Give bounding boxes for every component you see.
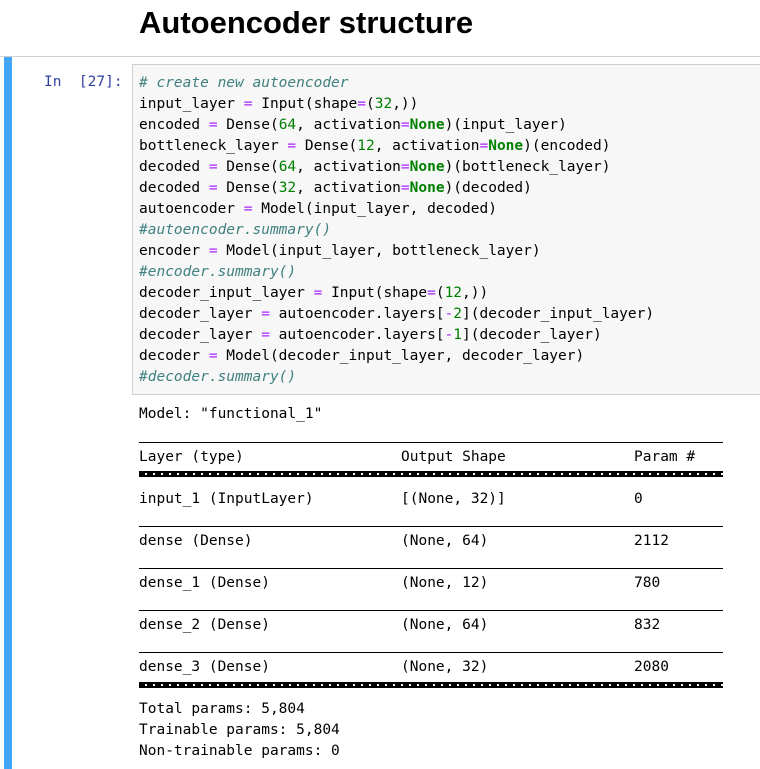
notebook-heading: Autoencoder structure: [139, 5, 474, 40]
output-shape: (None, 32): [401, 659, 489, 675]
trainable-params: Trainable params: 5,804: [139, 722, 340, 738]
output-shape: (None, 64): [401, 533, 489, 549]
table-rule: [139, 526, 723, 527]
code-line[interactable]: decoded = Dense(64, activation=None)(bot…: [139, 157, 654, 178]
code-line[interactable]: #autoencoder.summary(): [139, 220, 654, 241]
table-rule: [139, 442, 723, 443]
code-line[interactable]: encoded = Dense(64, activation=None)(inp…: [139, 115, 654, 136]
input-prompt: In [27]:: [44, 74, 123, 90]
code-line[interactable]: decoder = Model(decoder_input_layer, dec…: [139, 346, 654, 367]
total-params: Total params: 5,804: [139, 701, 305, 717]
table-row: dense_3 (Dense) (None, 32) 2080: [139, 657, 723, 678]
table-double-rule: [139, 471, 723, 477]
param-count: 780: [634, 575, 661, 591]
code-line[interactable]: decoder_input_layer = Input(shape=(12,)): [139, 283, 654, 304]
table-row: dense (Dense) (None, 64) 2112: [139, 531, 723, 552]
code-line[interactable]: decoder_layer = autoencoder.layers[-1](d…: [139, 325, 654, 346]
table-double-rule: [139, 682, 723, 688]
model-summary-title: Model: "functional_1": [139, 404, 322, 425]
code-line[interactable]: decoder_layer = autoencoder.layers[-2](d…: [139, 304, 654, 325]
table-row: dense_1 (Dense) (None, 12) 780: [139, 573, 723, 594]
code-text[interactable]: # create new autoencoder input_layer = In…: [139, 73, 654, 388]
table-rule: [139, 652, 723, 653]
header-output-shape: Output Shape: [401, 449, 506, 465]
param-count: 2112: [634, 533, 669, 549]
output-shape: [(None, 32)]: [401, 491, 506, 507]
code-line[interactable]: # create new autoencoder: [139, 73, 654, 94]
layer-name: dense_1 (Dense): [139, 575, 270, 591]
param-totals: Total params: 5,804 Trainable params: 5,…: [139, 699, 340, 762]
code-editor[interactable]: # create new autoencoder input_layer = In…: [132, 64, 760, 395]
table-row: input_1 (InputLayer) [(None, 32)] 0: [139, 489, 723, 510]
code-line[interactable]: decoded = Dense(32, activation=None)(dec…: [139, 178, 654, 199]
output-shape: (None, 64): [401, 617, 489, 633]
code-line[interactable]: #encoder.summary(): [139, 262, 654, 283]
selected-cell-indicator[interactable]: [4, 57, 12, 769]
model-name-line: Model: "functional_1": [139, 406, 323, 422]
header-param-count: Param #: [634, 449, 696, 465]
code-line[interactable]: bottleneck_layer = Dense(12, activation=…: [139, 136, 654, 157]
param-count: 2080: [634, 659, 669, 675]
layer-name: dense_3 (Dense): [139, 659, 270, 675]
table-header-row: Layer (type) Output Shape Param #: [139, 447, 723, 468]
table-rule: [139, 610, 723, 611]
non-trainable-params: Non-trainable params: 0: [139, 743, 340, 759]
layer-name: dense (Dense): [139, 533, 253, 549]
code-line[interactable]: encoder = Model(input_layer, bottleneck_…: [139, 241, 654, 262]
table-row: dense_2 (Dense) (None, 64) 832: [139, 615, 723, 636]
code-line[interactable]: #decoder.summary(): [139, 367, 654, 388]
code-line[interactable]: autoencoder = Model(input_layer, decoded…: [139, 199, 654, 220]
table-rule: [139, 568, 723, 569]
header-layer-type: Layer (type): [139, 449, 244, 465]
code-line[interactable]: input_layer = Input(shape=(32,)): [139, 94, 654, 115]
cell-top-border: [0, 56, 760, 57]
layer-name: dense_2 (Dense): [139, 617, 270, 633]
param-count: 832: [634, 617, 661, 633]
param-count: 0: [634, 491, 643, 507]
output-shape: (None, 12): [401, 575, 489, 591]
layer-name: input_1 (InputLayer): [139, 491, 314, 507]
